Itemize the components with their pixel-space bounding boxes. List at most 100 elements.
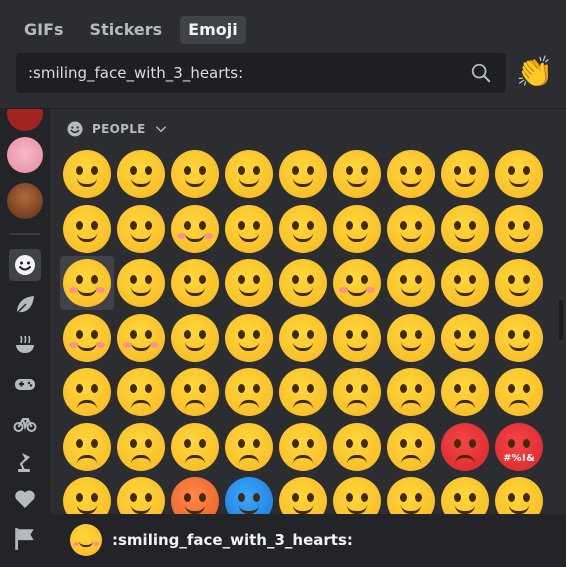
emoji-face-icon — [387, 204, 435, 253]
emoji-tile[interactable] — [384, 365, 438, 419]
emoji-tile[interactable] — [276, 202, 330, 256]
tab-gifs[interactable]: GIFs — [16, 16, 72, 44]
emoji-tile[interactable] — [384, 311, 438, 365]
emoji-tile[interactable] — [168, 147, 222, 201]
emoji-tile[interactable] — [438, 365, 492, 419]
emoji-tile[interactable] — [60, 202, 114, 256]
emoji-tile[interactable] — [168, 202, 222, 256]
emoji-tile[interactable] — [492, 474, 546, 514]
emoji-tile[interactable] — [330, 147, 384, 201]
emoji-face-icon — [333, 368, 381, 416]
tab-emoji[interactable]: Emoji — [180, 16, 246, 44]
emoji-tile[interactable] — [438, 147, 492, 201]
category-activities[interactable] — [9, 368, 41, 400]
emoji-tile[interactable] — [438, 474, 492, 514]
emoji-tile[interactable] — [438, 311, 492, 365]
emoji-tile[interactable] — [276, 365, 330, 419]
emoji-tile[interactable] — [168, 256, 222, 310]
tab-stickers[interactable]: Stickers — [82, 16, 171, 44]
emoji-tile[interactable] — [330, 474, 384, 514]
emoji-tile[interactable] — [114, 365, 168, 419]
server-pig-icon[interactable] — [7, 137, 43, 173]
category-food[interactable] — [9, 329, 41, 361]
emoji-tile[interactable] — [384, 420, 438, 474]
emoji-tile[interactable] — [330, 311, 384, 365]
flag-icon[interactable] — [12, 526, 38, 552]
emoji-tile[interactable] — [330, 202, 384, 256]
emoji-face-icon — [333, 422, 381, 471]
emoji-tile[interactable] — [276, 147, 330, 201]
emoji-tile[interactable] — [222, 202, 276, 256]
emoji-tile[interactable] — [114, 311, 168, 365]
category-people[interactable] — [9, 249, 41, 281]
emoji-tile[interactable] — [114, 202, 168, 256]
emoji-tile[interactable] — [384, 202, 438, 256]
emoji-tile[interactable] — [492, 256, 546, 310]
emoji-face-icon — [441, 368, 489, 416]
emoji-face-icon — [441, 477, 489, 514]
emoji-tile[interactable] — [492, 147, 546, 201]
emoji-tile[interactable] — [330, 420, 384, 474]
lamp-icon — [18, 453, 30, 472]
server-emoji-icon[interactable] — [7, 109, 43, 131]
emoji-face-icon — [495, 313, 543, 362]
emoji-tile[interactable] — [168, 474, 222, 514]
emoji-tile[interactable] — [330, 365, 384, 419]
emoji-tile[interactable] — [438, 202, 492, 256]
emoji-tile[interactable] — [276, 311, 330, 365]
emoji-tile[interactable] — [168, 311, 222, 365]
section-header-people[interactable]: PEOPLE — [66, 119, 168, 139]
emoji-tile[interactable] — [492, 311, 546, 365]
emoji-face-icon — [225, 477, 273, 514]
category-nature[interactable] — [9, 289, 41, 321]
clapping-hands-icon[interactable]: 👏 — [516, 55, 553, 91]
preview-emoji — [70, 524, 102, 556]
emoji-search-input[interactable] — [16, 53, 456, 93]
emoji-tile[interactable] — [384, 256, 438, 310]
emoji-face-icon — [333, 259, 381, 307]
emoji-tile[interactable] — [60, 256, 114, 310]
emoji-tile[interactable] — [222, 420, 276, 474]
emoji-tile[interactable] — [438, 256, 492, 310]
server-avatar-icon[interactable] — [7, 183, 43, 219]
emoji-face-icon — [387, 313, 435, 362]
category-objects[interactable] — [9, 446, 41, 478]
emoji-tile[interactable] — [168, 365, 222, 419]
emoji-tile[interactable] — [60, 474, 114, 514]
emoji-face-icon — [333, 150, 381, 198]
emoji-tile[interactable] — [168, 420, 222, 474]
emoji-tile[interactable] — [222, 311, 276, 365]
emoji-tile[interactable] — [384, 474, 438, 514]
censored-symbols-label: #%!& — [503, 452, 535, 464]
emoji-tile[interactable] — [114, 474, 168, 514]
emoji-tile[interactable] — [276, 420, 330, 474]
emoji-tile[interactable] — [276, 256, 330, 310]
emoji-tile[interactable] — [60, 311, 114, 365]
category-travel[interactable] — [9, 407, 41, 439]
emoji-tile[interactable] — [492, 202, 546, 256]
emoji-tile[interactable] — [492, 365, 546, 419]
emoji-tile[interactable] — [114, 420, 168, 474]
emoji-tile[interactable] — [330, 256, 384, 310]
emoji-face-icon — [441, 422, 489, 471]
emoji-tile[interactable] — [384, 147, 438, 201]
emoji-tile[interactable] — [222, 256, 276, 310]
scrollbar-thumb[interactable] — [559, 300, 563, 340]
emoji-tile[interactable] — [114, 147, 168, 201]
emoji-tile[interactable]: #%!& — [492, 420, 546, 474]
emoji-preview-bar: :smiling_face_with_3_hearts: — [0, 514, 566, 567]
emoji-tile[interactable] — [276, 474, 330, 514]
emoji-tile[interactable] — [114, 256, 168, 310]
emoji-tile[interactable] — [60, 147, 114, 201]
emoji-tile[interactable] — [222, 474, 276, 514]
emoji-face-icon — [441, 313, 489, 362]
emoji-tile[interactable] — [222, 365, 276, 419]
emoji-tile[interactable] — [438, 420, 492, 474]
emoji-tile[interactable] — [60, 365, 114, 419]
emoji-tile[interactable] — [60, 420, 114, 474]
rail-separator — [10, 233, 40, 235]
search-icon[interactable] — [470, 62, 492, 84]
emoji-tile[interactable] — [222, 147, 276, 201]
emoji-face-icon — [387, 368, 435, 416]
category-symbols[interactable] — [9, 483, 41, 514]
